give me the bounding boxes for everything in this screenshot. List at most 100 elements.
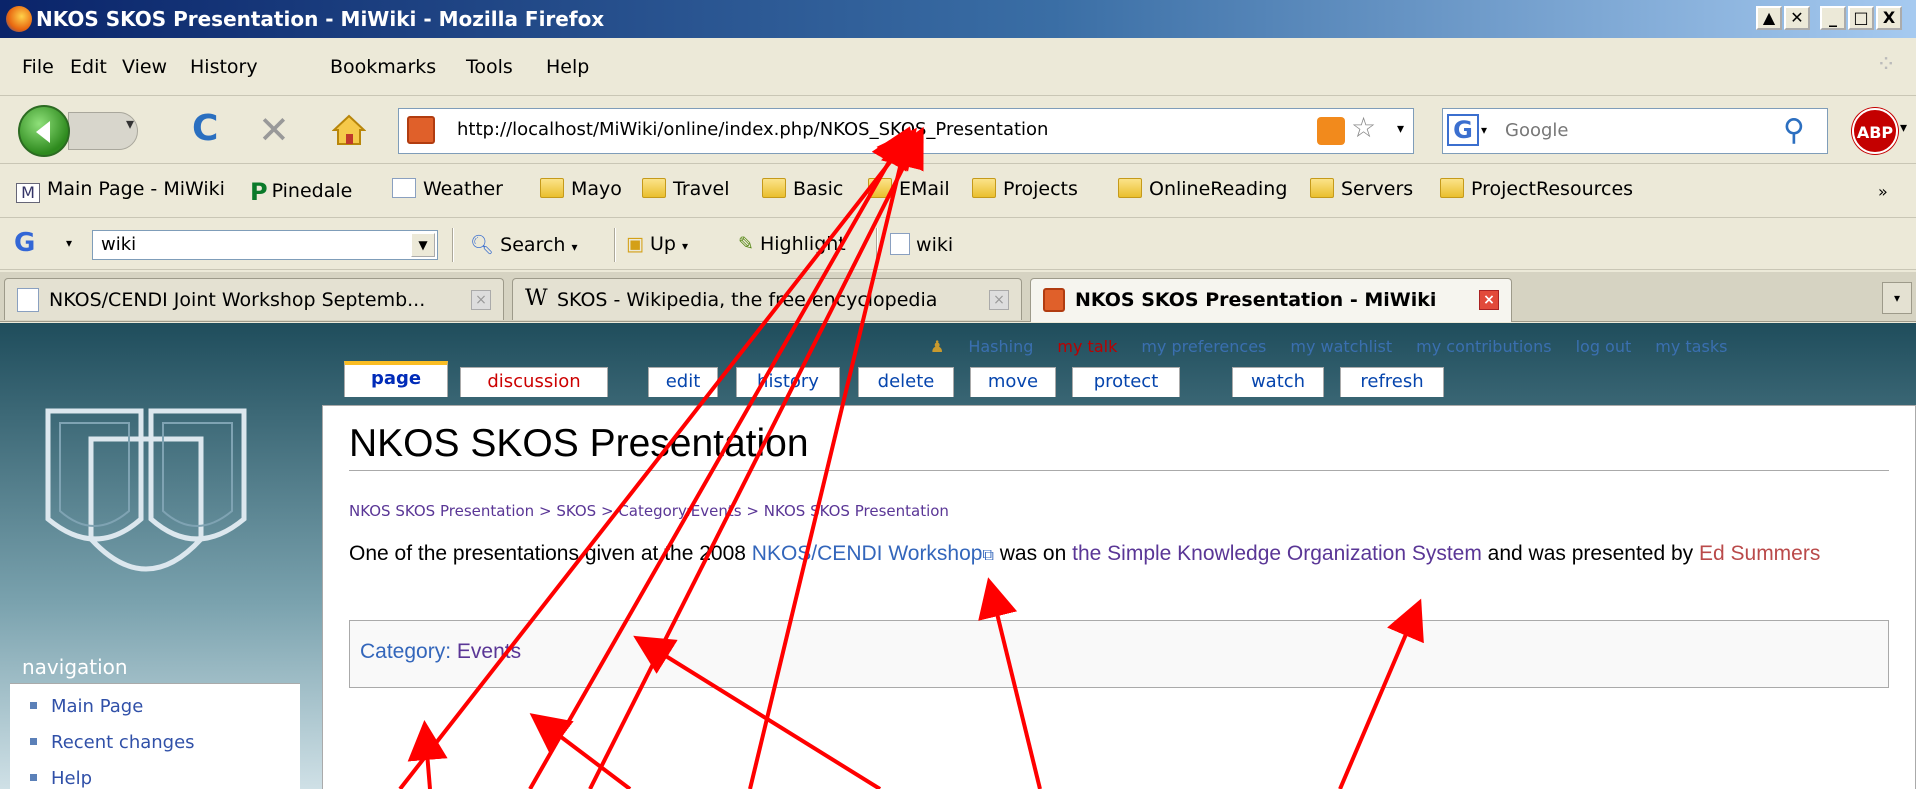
maximize-button[interactable]: □ [1848, 6, 1874, 30]
word-find-button[interactable]: wiki [890, 233, 953, 256]
skos-link[interactable]: the Simple Knowledge Organization System [1072, 542, 1482, 565]
page-icon [392, 178, 416, 198]
google-toolbar-logo-icon[interactable]: G [14, 228, 35, 258]
list-all-tabs-icon[interactable]: ▾ [1882, 282, 1912, 314]
tab-discussion[interactable]: discussion [460, 367, 608, 397]
breadcrumb-item[interactable]: NKOS SKOS Presentation [764, 502, 949, 520]
home-icon[interactable] [332, 113, 366, 147]
highlight-button[interactable]: ✎ Highlight [738, 233, 846, 255]
menu-tools[interactable]: Tools [466, 56, 513, 78]
chevron-down-icon: ▾ [682, 239, 689, 253]
nav-help[interactable]: Help [30, 768, 92, 789]
search-icon[interactable]: ⚲ [1783, 113, 1805, 148]
tab-watch[interactable]: watch [1232, 367, 1324, 397]
tab-page[interactable]: page [344, 361, 448, 397]
google-toolbar: G ▾ wiki ▼ 🔍︎ Search ▾ ▣ Up ▾ ✎ Highligh… [0, 220, 1916, 270]
navigation-heading: navigation [22, 655, 128, 679]
bookmark-label: Weather [423, 178, 503, 200]
stop-button[interactable]: ✕ [258, 108, 290, 152]
tab-move[interactable]: move [970, 367, 1056, 397]
bookmark-star-icon[interactable]: ☆ [1351, 111, 1376, 144]
tab-refresh[interactable]: refresh [1340, 367, 1444, 397]
user-link[interactable]: Hashing [968, 337, 1033, 356]
bookmark-label: OnlineReading [1149, 178, 1288, 200]
chevron-down-icon[interactable]: ▾ [126, 114, 134, 133]
bookmark-main-page[interactable]: M Main Page - MiWiki [16, 178, 225, 203]
paragraph-text: One of the presentations given at the 20… [349, 542, 752, 565]
chevron-down-icon[interactable]: ▾ [66, 236, 72, 250]
tab-strip: NKOS/CENDI Joint Workshop Septemb... × W… [0, 272, 1916, 322]
tab-nkos-cendi[interactable]: NKOS/CENDI Joint Workshop Septemb... × [4, 278, 504, 320]
pin-icon[interactable]: ✕ [1784, 6, 1810, 30]
menu-history[interactable]: History [190, 56, 258, 78]
breadcrumb-item[interactable]: SKOS [556, 502, 596, 520]
firefox-icon [6, 6, 32, 32]
breadcrumb-item[interactable]: NKOS SKOS Presentation [349, 502, 534, 520]
bookmark-label: Servers [1341, 178, 1414, 200]
bookmark-folder-servers[interactable]: Servers [1310, 178, 1413, 200]
search-box[interactable]: G ▾ Google ⚲ [1442, 108, 1828, 154]
bookmark-folder-onlinereading[interactable]: OnlineReading [1118, 178, 1287, 200]
menu-help[interactable]: Help [546, 56, 589, 78]
adblock-plus-button[interactable]: ABP [1852, 108, 1898, 154]
bookmark-folder-projectresources[interactable]: ProjectResources [1440, 178, 1633, 200]
tab-nkos-skos-presentation[interactable]: NKOS SKOS Presentation - MiWiki × [1030, 278, 1512, 322]
minimize-button[interactable]: _ [1820, 6, 1846, 30]
tab-history[interactable]: history [736, 367, 840, 397]
my-tasks-link[interactable]: my tasks [1655, 337, 1727, 356]
bookmark-folder-travel[interactable]: Travel [642, 178, 729, 200]
my-talk-link[interactable]: my talk [1057, 337, 1117, 356]
nav-main-page[interactable]: Main Page [30, 696, 143, 717]
restore-icon[interactable]: ▲ [1756, 6, 1782, 30]
rss-feed-icon[interactable] [1317, 117, 1345, 145]
close-tab-icon[interactable]: × [471, 290, 491, 310]
tab-protect[interactable]: protect [1072, 367, 1180, 397]
nav-recent-changes[interactable]: Recent changes [30, 732, 195, 753]
tab-skos-wikipedia[interactable]: W SKOS - Wikipedia, the free encyclopedi… [512, 278, 1022, 320]
bookmark-pinedale[interactable]: P Pinedale [250, 178, 352, 206]
engine-dropdown-icon[interactable]: ▾ [1481, 123, 1487, 137]
up-button[interactable]: ▣ Up ▾ [626, 233, 688, 255]
menu-edit[interactable]: Edit [70, 56, 107, 78]
bookmark-folder-projects[interactable]: Projects [972, 178, 1078, 200]
google-toolbar-query[interactable]: wiki ▼ [92, 230, 438, 260]
my-watchlist-link[interactable]: my watchlist [1290, 337, 1392, 356]
nkos-cendi-workshop-link[interactable]: NKOS/CENDI Workshop [752, 542, 983, 565]
google-engine-icon[interactable]: G [1447, 114, 1479, 146]
my-contributions-link[interactable]: my contributions [1416, 337, 1551, 356]
reload-button[interactable]: C [192, 108, 218, 149]
url-history-dropdown-icon[interactable]: ▾ [1397, 121, 1404, 137]
query-dropdown-icon[interactable]: ▼ [411, 233, 435, 257]
breadcrumb-item[interactable]: Category:Events [618, 502, 741, 520]
article-paragraph: One of the presentations given at the 20… [349, 534, 1889, 576]
close-tab-icon[interactable]: × [1479, 290, 1499, 310]
page-icon [890, 233, 910, 255]
bookmarks-overflow-icon[interactable]: » [1878, 182, 1888, 201]
search-placeholder[interactable]: Google [1505, 120, 1568, 141]
close-button[interactable]: X [1876, 6, 1902, 30]
tab-delete[interactable]: delete [858, 367, 954, 397]
search-button[interactable]: 🔍︎ Search ▾ [470, 233, 578, 256]
bookmark-folder-mayo[interactable]: Mayo [540, 178, 622, 200]
url-text[interactable]: http://localhost/MiWiki/online/index.php… [457, 119, 1048, 140]
menu-bookmarks[interactable]: Bookmarks [330, 56, 436, 78]
toolbar-overflow-icon[interactable]: ▾ [1900, 120, 1907, 136]
category-label-link[interactable]: Category [360, 640, 445, 663]
url-bar[interactable]: http://localhost/MiWiki/online/index.php… [398, 108, 1414, 154]
back-button[interactable] [18, 105, 70, 157]
bookmark-folder-basic[interactable]: Basic [762, 178, 843, 200]
paragraph-text: and was presented by [1481, 542, 1699, 565]
category-events-link[interactable]: Events [457, 640, 521, 663]
toolbar-separator [614, 228, 616, 262]
bookmark-folder-email[interactable]: EMail [868, 178, 950, 200]
tab-edit[interactable]: edit [648, 367, 718, 397]
log-out-link[interactable]: log out [1576, 337, 1632, 356]
ed-summers-link[interactable]: Ed Summers [1699, 542, 1820, 565]
bookmark-label: Pinedale [271, 180, 353, 202]
menu-file[interactable]: File [22, 56, 54, 78]
close-tab-icon[interactable]: × [989, 290, 1009, 310]
menu-view[interactable]: View [122, 56, 167, 78]
bookmark-weather[interactable]: Weather [392, 178, 503, 200]
query-text[interactable]: wiki [101, 234, 136, 255]
my-preferences-link[interactable]: my preferences [1141, 337, 1266, 356]
